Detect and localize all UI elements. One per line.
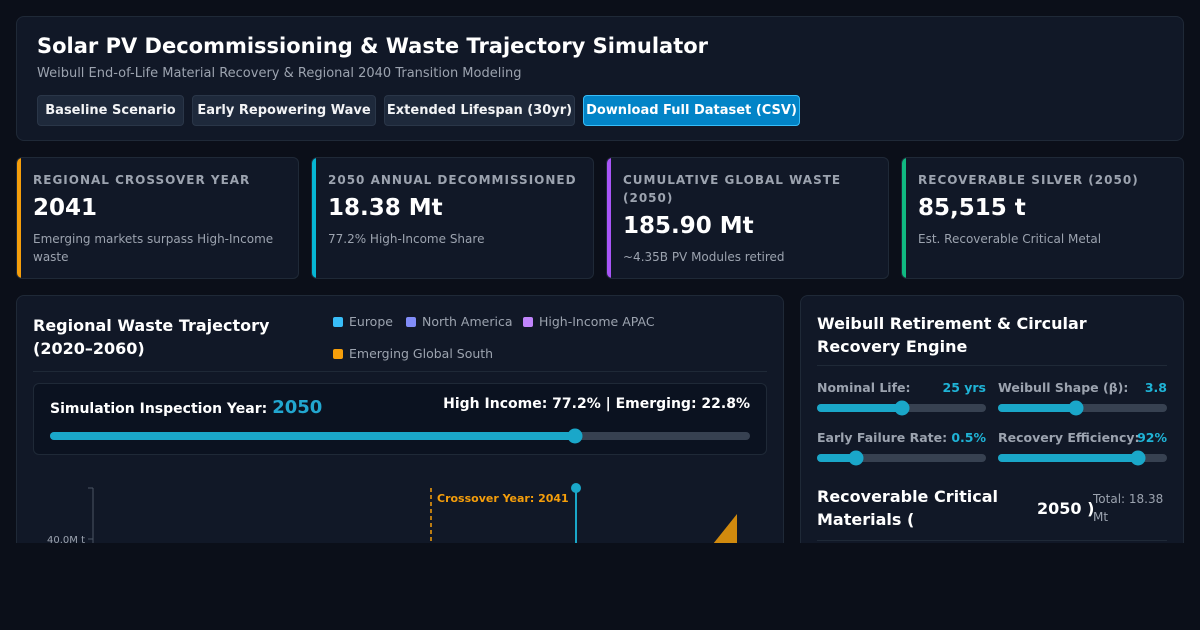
early-repowering-button[interactable]: Early Repowering Wave — [192, 95, 376, 126]
extended-lifespan-button[interactable]: Extended Lifespan (30yr) — [384, 95, 575, 126]
sim-label: Simulation Inspection Year: — [50, 401, 268, 417]
weibull-shape-label: Weibull Shape (β): — [998, 380, 1129, 395]
kpi-card-cumulative: CUMULATIVE GLOBAL WASTE (2050) 185.90 Mt… — [606, 157, 889, 279]
page-bottom-background — [0, 543, 1200, 630]
slider-handle[interactable] — [894, 400, 909, 416]
kpi-value: 185.90 Mt — [623, 213, 754, 239]
simulation-year-box: Simulation Inspection Year: 2050 High In… — [33, 383, 767, 455]
early-failure-value: 0.5% — [951, 430, 986, 445]
legend-label: High-Income APAC — [539, 314, 655, 329]
recovery-efficiency-slider[interactable] — [998, 450, 1167, 466]
materials-year: 2050 ) — [1037, 499, 1095, 518]
kpi-label: 2050 ANNUAL DECOMMISSIONED — [328, 173, 577, 187]
materials-total: Total: 18.38 Mt — [1093, 492, 1164, 524]
sim-label-row: Simulation Inspection Year: 2050 — [50, 397, 322, 418]
recovery-efficiency-label: Recovery Efficiency: — [998, 430, 1140, 445]
kpi-card-silver: RECOVERABLE SILVER (2050) 85,515 t Est. … — [901, 157, 1184, 279]
legend-label: North America — [422, 314, 513, 329]
crossover-annotation: Crossover Year: 2041 — [437, 492, 569, 505]
sim-year: 2050 — [272, 397, 323, 418]
kpi-label: REGIONAL CROSSOVER YEAR — [33, 173, 251, 187]
baseline-scenario-button[interactable]: Baseline Scenario — [37, 95, 184, 126]
weibull-shape-value: 3.8 — [1144, 380, 1167, 395]
legend-emerging-global-south[interactable]: Emerging Global South — [333, 346, 493, 361]
early-failure-slider[interactable] — [817, 450, 986, 466]
recovery-efficiency-value: 92% — [1137, 430, 1167, 445]
kpi-accent — [902, 158, 906, 278]
nominal-life-label: Nominal Life: — [817, 380, 911, 395]
slider-fill — [998, 454, 1139, 462]
legend-label: Emerging Global South — [349, 346, 494, 361]
early-failure-label: Early Failure Rate: — [817, 430, 948, 445]
header-panel: Solar PV Decommissioning & Waste Traject… — [16, 16, 1184, 141]
divider — [33, 371, 767, 372]
kpi-accent — [607, 158, 611, 278]
slider-fill — [817, 404, 902, 412]
legend-high-income-apac[interactable]: High-Income APAC — [523, 314, 655, 329]
divider — [817, 365, 1167, 366]
kpi-note: Emerging markets surpass High-Income was… — [33, 232, 274, 264]
kpi-label: CUMULATIVE GLOBAL WASTE (2050) — [623, 173, 842, 205]
legend-north-america[interactable]: North America — [406, 314, 513, 329]
year-slider[interactable] — [50, 428, 750, 444]
legend-swatch — [333, 348, 343, 359]
app-title: Solar PV Decommissioning & Waste Traject… — [37, 34, 709, 58]
kpi-accent — [17, 158, 21, 278]
kpi-label: RECOVERABLE SILVER (2050) — [918, 173, 1139, 187]
trajectory-title: Regional Waste Trajectory (2020–2060) — [33, 316, 270, 358]
slider-handle[interactable] — [1130, 450, 1146, 466]
download-csv-button[interactable]: Download Full Dataset (CSV) — [583, 95, 800, 126]
kpi-note: ~4.35B PV Modules retired — [623, 250, 785, 264]
kpi-note: Est. Recoverable Critical Metal — [918, 232, 1102, 246]
trajectory-panel: Regional Waste Trajectory (2020–2060) Eu… — [16, 295, 784, 555]
slider-handle[interactable] — [1068, 400, 1084, 416]
nominal-life-value: 25 yrs — [942, 380, 987, 395]
nominal-life-slider[interactable] — [817, 400, 986, 416]
engine-panel: Weibull Retirement & Circular Recovery E… — [800, 295, 1184, 555]
legend-swatch — [523, 316, 533, 327]
kpi-value: 18.38 Mt — [328, 195, 443, 221]
legend-label: Europe — [349, 314, 393, 329]
slider-fill — [998, 404, 1076, 412]
app-subtitle: Weibull End-of-Life Material Recovery & … — [37, 66, 522, 81]
materials-title: Recoverable Critical Materials ( — [817, 487, 998, 529]
slider-handle[interactable] — [848, 450, 864, 466]
income-shares: High Income: 77.2% | Emerging: 22.8% — [443, 396, 750, 412]
engine-title: Weibull Retirement & Circular Recovery E… — [817, 314, 1087, 356]
inspection-marker[interactable] — [571, 483, 581, 493]
year-slider-fill — [50, 432, 575, 440]
kpi-note: 77.2% High-Income Share — [328, 232, 485, 246]
legend-swatch — [406, 316, 416, 327]
kpi-value: 2041 — [33, 195, 98, 221]
year-slider-handle[interactable] — [567, 428, 583, 444]
divider — [817, 540, 1167, 541]
kpi-card-annual: 2050 ANNUAL DECOMMISSIONED 18.38 Mt 77.2… — [311, 157, 594, 279]
weibull-shape-slider[interactable] — [998, 400, 1167, 416]
kpi-card-crossover: REGIONAL CROSSOVER YEAR 2041 Emerging ma… — [16, 157, 299, 279]
legend-swatch — [333, 316, 343, 327]
kpi-value: 85,515 t — [918, 195, 1026, 221]
kpi-accent — [312, 158, 316, 278]
legend-europe[interactable]: Europe — [333, 314, 393, 329]
